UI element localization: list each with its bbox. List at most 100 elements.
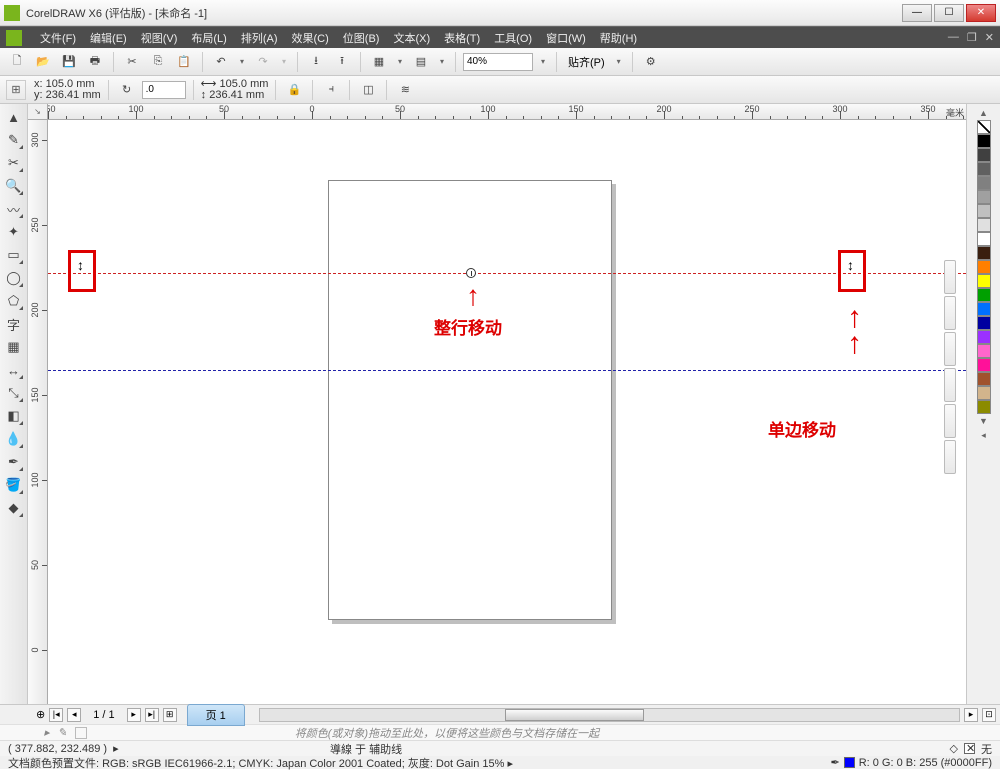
preset-button[interactable]: ⫞ [320,79,342,101]
docker-tab[interactable] [944,332,956,366]
text-tool[interactable]: 字 [3,313,25,335]
ellipse-tool[interactable]: ◯ [3,267,25,289]
menu-bitmap[interactable]: 位图(B) [343,30,380,46]
outline-tool[interactable]: ✒ [3,451,25,473]
freehand-tool[interactable]: 〰 [3,198,25,220]
paste-button[interactable]: 📋 [173,51,195,73]
smart-fill-tool[interactable]: ✦ [3,221,25,243]
vertical-ruler[interactable]: 300250200150100500 [28,120,48,704]
docker-tab[interactable] [944,440,956,474]
dimension-tool[interactable]: ↔ [3,359,25,381]
next-icon[interactable]: ▸ [113,742,119,755]
snap-label[interactable]: 贴齐(P) [564,54,609,70]
scroll-right-button[interactable]: ▸ [964,708,978,722]
color-swatch[interactable] [977,274,991,288]
horizontal-scrollbar[interactable] [259,708,960,722]
page-tab[interactable]: 页 1 [187,704,245,726]
menu-view[interactable]: 视图(V) [141,30,178,46]
next-page-button[interactable]: ▸ [127,708,141,722]
height-value[interactable]: 236.41 mm [209,89,264,101]
new-button[interactable]: 🗋 [6,51,28,73]
copy-button[interactable]: ⎘ [147,51,169,73]
docker-tab[interactable] [944,404,956,438]
color-swatch[interactable] [977,218,991,232]
zoom-combo[interactable] [463,53,533,71]
mdi-restore[interactable]: ❐ [967,31,977,44]
color-swatch[interactable] [977,288,991,302]
center-button[interactable]: ◫ [357,79,379,101]
nav-dropdown-icon[interactable]: ⊕ [36,708,45,721]
color-swatch[interactable] [977,358,991,372]
navigator-button[interactable]: ⊡ [982,708,996,722]
table-tool[interactable]: ▦ [3,336,25,358]
publish-button[interactable]: ▦ [368,51,390,73]
pick-tool[interactable]: ▲ [3,106,25,128]
palette-down-icon[interactable]: ▼ [979,414,988,428]
effects-tool[interactable]: ◧ [3,405,25,427]
lock-button[interactable]: 🔒 [283,79,305,101]
menu-layout[interactable]: 布局(L) [191,30,226,46]
app-launcher-button[interactable]: ▤ [410,51,432,73]
menu-help[interactable]: 帮助(H) [600,30,637,46]
open-button[interactable]: 📂 [32,51,54,73]
color-swatch[interactable] [977,330,991,344]
outline-swatch[interactable] [844,757,855,768]
zoom-tool[interactable]: 🔍 [3,175,25,197]
empty-swatch-icon[interactable] [75,727,87,739]
menu-file[interactable]: 文件(F) [40,30,76,46]
flyout-icon[interactable]: ▸ [44,726,50,739]
color-swatch[interactable] [977,316,991,330]
eyedrop-icon[interactable]: ✎ [58,726,67,739]
menu-table[interactable]: 表格(T) [444,30,480,46]
docker-tab[interactable] [944,260,956,294]
menu-window[interactable]: 窗口(W) [546,30,586,46]
color-swatch[interactable] [977,302,991,316]
menu-tools[interactable]: 工具(O) [494,30,532,46]
menu-effects[interactable]: 效果(C) [292,30,329,46]
fill-tool[interactable]: 🪣 [3,474,25,496]
guideline-selected[interactable] [48,273,966,274]
canvas-area[interactable]: ↘ 15010050050100150200250300350 毫米 30025… [28,104,966,704]
color-swatch[interactable] [977,386,991,400]
color-swatch[interactable] [977,204,991,218]
prev-page-button[interactable]: ◂ [67,708,81,722]
last-page-button[interactable]: ▸| [145,708,159,722]
rotation-input[interactable] [142,81,186,99]
import-button[interactable]: ⭳ [305,51,327,73]
interactive-fill-tool[interactable]: ◆ [3,497,25,519]
rotation-center-icon[interactable] [466,268,476,278]
fill-none-swatch[interactable]: ✕ [964,743,975,754]
color-swatch[interactable] [977,344,991,358]
color-swatch[interactable] [977,260,991,274]
options-button[interactable]: ⚙ [640,51,662,73]
ruler-origin[interactable]: ↘ [28,104,48,120]
color-swatch[interactable] [977,162,991,176]
close-button[interactable]: ✕ [966,4,996,22]
color-swatch[interactable] [977,176,991,190]
docker-tab[interactable] [944,368,956,402]
guideline[interactable] [48,370,966,371]
color-swatch[interactable] [977,400,991,414]
maximize-button[interactable]: ☐ [934,4,964,22]
shape-tool[interactable]: ✎ [3,129,25,151]
palette-flyout-icon[interactable]: ◂ [981,428,986,443]
color-swatch[interactable] [977,372,991,386]
minimize-button[interactable]: — [902,4,932,22]
eyedropper-tool[interactable]: 💧 [3,428,25,450]
no-color-swatch[interactable] [977,120,991,134]
crop-tool[interactable]: ✂ [3,152,25,174]
menu-text[interactable]: 文本(X) [393,30,430,46]
rectangle-tool[interactable]: ▭ [3,244,25,266]
color-swatch[interactable] [977,232,991,246]
print-button[interactable]: 🖶 [84,51,106,73]
mdi-close[interactable]: ✕ [985,31,994,44]
first-page-button[interactable]: |◂ [49,708,63,722]
color-swatch[interactable] [977,148,991,162]
color-swatch[interactable] [977,246,991,260]
pos-y[interactable]: 236.41 mm [46,89,101,101]
polygon-tool[interactable]: ⬠ [3,290,25,312]
drawing-canvas[interactable]: ↕ ↕ 整行移动 单边移动 [48,120,966,704]
save-button[interactable]: 💾 [58,51,80,73]
menu-arrange[interactable]: 排列(A) [241,30,278,46]
palette-up-icon[interactable]: ▲ [979,106,988,120]
